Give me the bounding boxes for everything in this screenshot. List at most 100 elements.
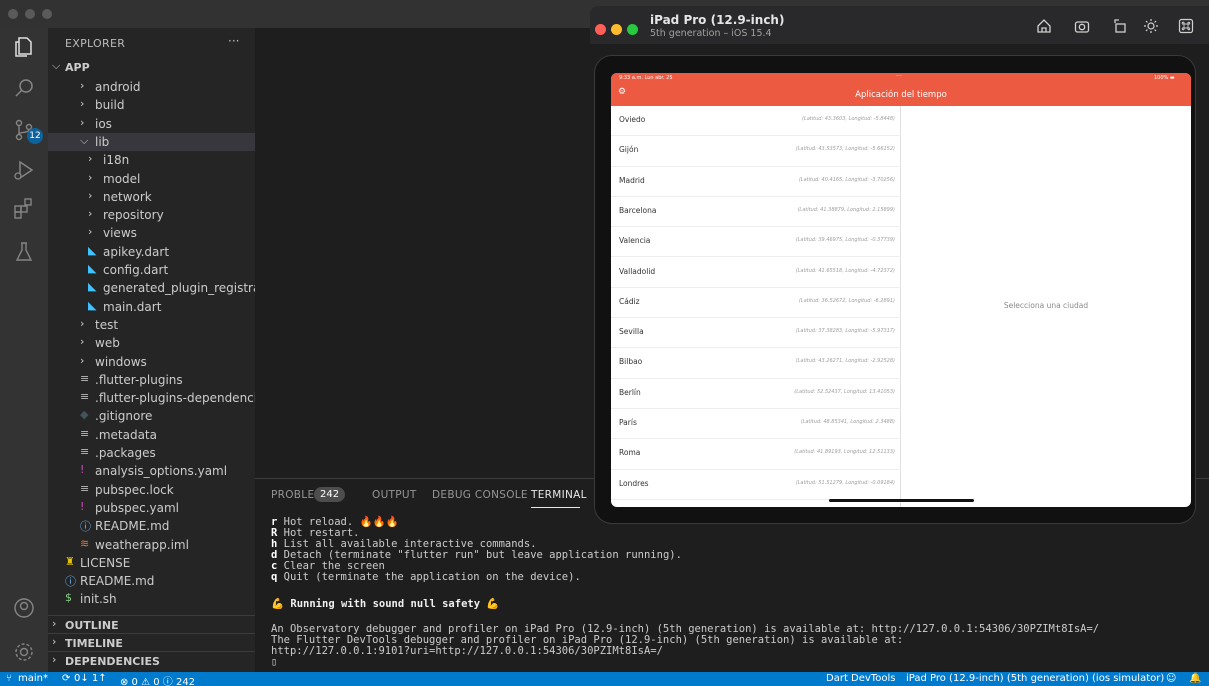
ipad-screen[interactable]: 9:33 a.m. Lun abr. 25 ··· 100% ▬ ⚙ Aplic… xyxy=(611,73,1191,507)
more-actions-button[interactable]: ··· xyxy=(228,34,239,48)
account-icon[interactable] xyxy=(12,596,36,620)
city-coordinates: (Latitud: 36.52672, Longitud: -6.2891) xyxy=(798,297,895,304)
city-list[interactable]: Oviedo (Latitud: 43.3603, Longitud: -5.84… xyxy=(611,106,901,507)
outline-section-header[interactable]: › OUTLINE xyxy=(48,616,255,634)
home-icon[interactable] xyxy=(1036,18,1052,34)
tree-file[interactable]: ≡ .metadata xyxy=(48,426,255,444)
home-indicator[interactable] xyxy=(829,499,974,502)
tree-file[interactable]: ≋ weatherapp.iml xyxy=(48,536,255,554)
testing-icon[interactable] xyxy=(12,240,36,264)
tree-folder[interactable]: › web xyxy=(48,334,255,352)
run-debug-icon[interactable] xyxy=(12,158,36,182)
city-row[interactable]: Bilbao (Latitud: 43.26271, Longitud: -2.9… xyxy=(611,348,901,379)
tree-folder[interactable]: › model xyxy=(48,170,255,188)
tree-folder[interactable]: › ios xyxy=(48,115,255,133)
dart-devtools-button[interactable]: Dart DevTools xyxy=(826,673,895,684)
device-selector[interactable]: iPad Pro (12.9-inch) (5th generation) (i… xyxy=(906,673,1164,684)
tree-folder[interactable]: › views xyxy=(48,224,255,242)
city-name: Londres xyxy=(619,478,649,488)
problems-status[interactable]: ⊗ 0 ⚠ 0 ⓘ 242 xyxy=(120,673,195,686)
tree-file[interactable]: ◣ main.dart xyxy=(48,298,255,316)
city-row[interactable]: Berlín (Latitud: 52.52437, Longitud: 13.4… xyxy=(611,379,901,409)
settings-gear-icon[interactable] xyxy=(12,640,36,664)
tab-terminal[interactable]: TERMINAL xyxy=(531,489,587,501)
notifications-bell-icon[interactable]: 🔔 xyxy=(1189,673,1201,684)
tree-folder[interactable]: › repository xyxy=(48,206,255,224)
git-sync-status[interactable]: 0↓ 1↑ xyxy=(74,673,107,684)
city-row[interactable]: Roma (Latitud: 41.89193, Longitud: 12.511… xyxy=(611,439,901,470)
tree-file[interactable]: ◣ generated_plugin_registran... xyxy=(48,279,255,297)
extensions-icon[interactable] xyxy=(12,196,36,220)
terminal-line-text: Quit (terminate the application on the d… xyxy=(277,571,581,583)
tree-file[interactable]: ♜ LICENSE xyxy=(48,554,255,572)
tree-file[interactable]: ≡ .flutter-plugins xyxy=(48,371,255,389)
chevron-right-icon: › xyxy=(80,97,85,111)
tree-folder[interactable]: ⌵ lib xyxy=(48,132,255,151)
explorer-root-header[interactable]: ⌵ APP xyxy=(48,58,255,76)
city-coordinates: (Latitud: 52.52437, Longitud: 13.41053) xyxy=(794,388,895,395)
screenshot-icon[interactable] xyxy=(1074,18,1090,34)
terminal-cursor[interactable]: ▯ xyxy=(271,657,1201,668)
dependencies-section-header[interactable]: › DEPENDENCIES xyxy=(48,652,255,670)
tree-item-label: pubspec.yaml xyxy=(95,500,179,515)
city-row[interactable]: Oviedo (Latitud: 43.3603, Longitud: -5.84… xyxy=(611,106,901,137)
tree-folder[interactable]: › build xyxy=(48,96,255,114)
tree-file[interactable]: ! pubspec.yaml xyxy=(48,499,255,517)
tree-item-label: .flutter-plugins xyxy=(95,372,183,387)
close-window-button[interactable] xyxy=(8,9,18,19)
tree-file[interactable]: ≡ .packages xyxy=(48,444,255,462)
tree-folder[interactable]: › network xyxy=(48,188,255,206)
simulator-close-button[interactable] xyxy=(595,24,606,35)
city-row[interactable]: Valladolid (Latitud: 41.65518, Longitud: … xyxy=(611,258,901,288)
city-coordinates: (Latitud: 41.38879, Longitud: 2.15899) xyxy=(797,206,895,213)
terminal-line: q Quit (terminate the application on the… xyxy=(271,572,1201,583)
city-row[interactable]: Madrid (Latitud: 40.4165, Longitud: -3.70… xyxy=(611,167,901,197)
city-row[interactable]: Gijón (Latitud: 43.53573, Longitud: -5.66… xyxy=(611,136,901,167)
timeline-section-header[interactable]: › TIMELINE xyxy=(48,634,255,652)
city-row[interactable]: Cádiz (Latitud: 36.52672, Longitud: -6.28… xyxy=(611,288,901,319)
simulator-maximize-button[interactable] xyxy=(627,24,638,35)
git-branch-status[interactable]: main* xyxy=(18,673,48,684)
command-icon[interactable] xyxy=(1178,18,1194,34)
tree-file[interactable]: ◆ .gitignore xyxy=(48,407,255,425)
feedback-icon[interactable]: ☺ xyxy=(1166,673,1176,684)
status-multitask-dots[interactable]: ··· xyxy=(896,73,902,80)
minimize-window-button[interactable] xyxy=(25,9,35,19)
status-bar: ⑂ main* ⟳ 0↓ 1↑ ⊗ 0 ⚠ 0 ⓘ 242 Dart DevTo… xyxy=(0,672,1209,686)
city-row[interactable]: Valencia (Latitud: 39.46975, Longitud: -0… xyxy=(611,227,901,258)
info-file-icon: ⓘ xyxy=(65,575,76,589)
files-icon[interactable] xyxy=(12,35,36,59)
tree-file[interactable]: ! analysis_options.yaml xyxy=(48,462,255,480)
tab-output[interactable]: OUTPUT xyxy=(372,489,417,501)
appearance-icon[interactable] xyxy=(1143,18,1159,34)
city-row[interactable]: Sevilla (Latitud: 37.38283, Longitud: -5.… xyxy=(611,318,901,349)
outline-label: OUTLINE xyxy=(65,619,119,632)
tree-file[interactable]: ≡ pubspec.lock xyxy=(48,481,255,499)
city-coordinates: (Latitud: 43.3603, Longitud: -5.8448) xyxy=(802,116,895,122)
tree-item-label: apikey.dart xyxy=(103,244,170,259)
rotate-icon[interactable] xyxy=(1112,18,1128,34)
tree-file[interactable]: ⓘ README.md xyxy=(48,572,255,590)
tree-item-label: network xyxy=(103,189,152,204)
tree-file[interactable]: ◣ apikey.dart xyxy=(48,243,255,261)
city-row[interactable]: París (Latitud: 48.85341, Longitud: 2.348… xyxy=(611,409,901,440)
tab-debug-console[interactable]: DEBUG CONSOLE xyxy=(432,489,528,501)
tree-file[interactable]: $ init.sh xyxy=(48,590,255,608)
simulator-device-subtitle: 5th generation – iOS 15.4 xyxy=(650,28,772,39)
tree-folder[interactable]: › android xyxy=(48,78,255,96)
tree-file[interactable]: ◣ config.dart xyxy=(48,261,255,279)
city-row[interactable]: Londres (Latitud: 51.51279, Longitud: -0.… xyxy=(611,470,901,500)
tree-folder[interactable]: › windows xyxy=(48,353,255,371)
city-row[interactable]: Barcelona (Latitud: 41.38879, Longitud: 2… xyxy=(611,197,901,228)
tree-item-label: build xyxy=(95,98,125,113)
search-icon[interactable] xyxy=(12,76,36,100)
tree-file[interactable]: ⓘ README.md xyxy=(48,517,255,535)
city-name: París xyxy=(619,418,637,427)
tree-folder[interactable]: › i18n xyxy=(48,151,255,169)
simulator-minimize-button[interactable] xyxy=(611,24,622,35)
tree-file[interactable]: ≡ .flutter-plugins-dependencies xyxy=(48,389,255,407)
tree-item-label: pubspec.lock xyxy=(95,482,174,497)
city-name: Valladolid xyxy=(619,266,656,276)
maximize-window-button[interactable] xyxy=(42,9,52,19)
tree-folder[interactable]: › test xyxy=(48,316,255,334)
